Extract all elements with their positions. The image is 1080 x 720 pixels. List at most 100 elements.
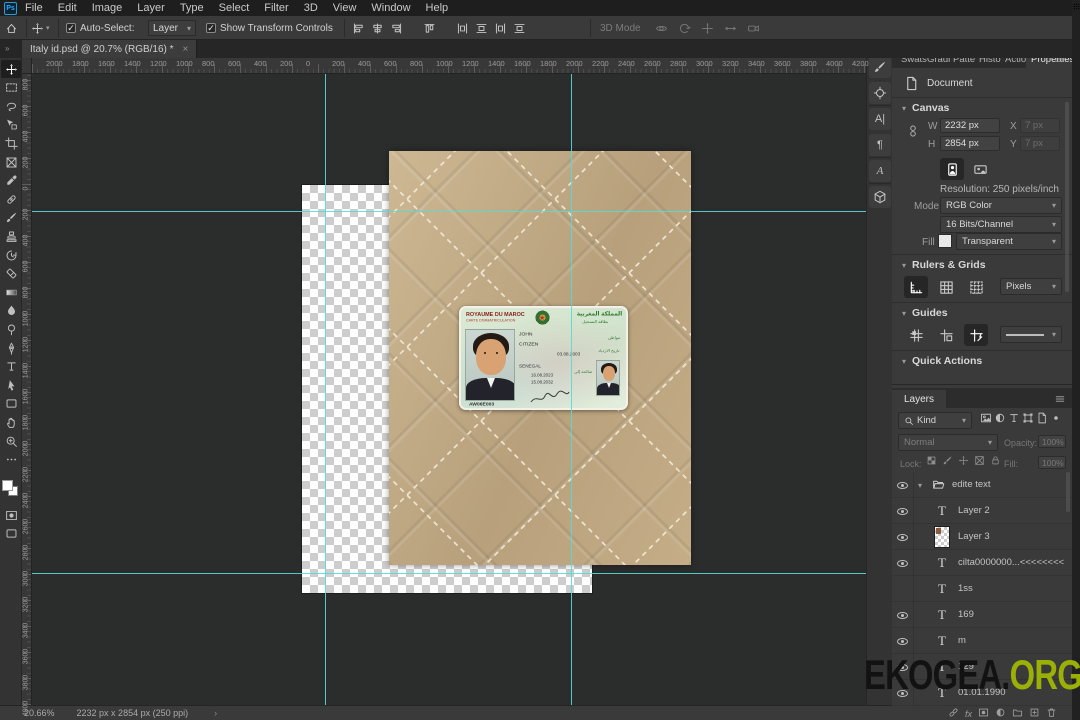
new-layer-button[interactable] — [1029, 707, 1040, 718]
menu-edit[interactable]: Edit — [58, 2, 77, 14]
layer-visibility-on[interactable] — [892, 524, 914, 550]
blur-tool[interactable] — [1, 302, 21, 320]
lasso-tool[interactable] — [1, 97, 21, 115]
more-dots-tool[interactable] — [1, 451, 21, 469]
foreground-color-swatch[interactable] — [2, 480, 13, 491]
mask-button[interactable] — [978, 707, 989, 718]
move-tool[interactable] — [1, 60, 21, 78]
show-transform-toggle[interactable]: ✓ Show Transform Controls — [206, 16, 333, 40]
width-field[interactable]: 2232 px — [940, 118, 1000, 133]
link-button[interactable] — [948, 707, 959, 718]
align-center-h-button[interactable] — [371, 22, 384, 35]
orientation-landscape-button[interactable] — [968, 158, 992, 180]
layer-visibility-on[interactable] — [892, 472, 914, 498]
hamburger-icon[interactable] — [1054, 393, 1066, 405]
id-card-image[interactable]: ROYAUME DU MAROC CARTE D'IMMATRICULATION… — [459, 306, 628, 410]
guides-option-3-button[interactable] — [964, 324, 988, 346]
quick-actions-section-header[interactable]: ▾ Quick Actions — [902, 355, 982, 367]
brush-tool[interactable] — [1, 209, 21, 227]
fill-swatch[interactable] — [938, 234, 952, 248]
menu-layer[interactable]: Layer — [137, 2, 165, 14]
guide-vertical-2[interactable] — [571, 74, 572, 705]
status-chevron-icon[interactable]: › — [214, 708, 217, 718]
toggle-snap-button[interactable] — [964, 276, 988, 298]
align-left-button[interactable] — [352, 22, 365, 35]
align-top-button[interactable] — [423, 22, 436, 35]
layers-menu-icon[interactable] — [1054, 393, 1066, 405]
healing-brush-tool[interactable] — [1, 190, 21, 208]
layer-visibility-on[interactable] — [892, 550, 914, 576]
layer-visibility-on[interactable] — [892, 498, 914, 524]
layer-row-1[interactable]: T Layer 2 — [892, 498, 1072, 524]
lock-brush-button[interactable] — [942, 455, 953, 466]
eyedropper-tool[interactable] — [1, 172, 21, 190]
show-transform-checkbox[interactable]: ✓ — [206, 23, 216, 33]
pen-tool[interactable] — [1, 339, 21, 357]
layer-row-group[interactable]: ▾ edite text — [892, 472, 1072, 498]
menu-file[interactable]: File — [25, 2, 43, 14]
height-field[interactable]: 2854 px — [940, 136, 1000, 151]
collapse-icon[interactable]: » — [5, 44, 9, 53]
dist-v-button[interactable] — [475, 22, 488, 35]
layer-filter-dropdown[interactable]: Kind ▾ — [898, 412, 972, 429]
menu-view[interactable]: View — [333, 2, 357, 14]
home-button[interactable] — [5, 16, 18, 40]
layer-row-4[interactable]: T 1ss — [892, 576, 1072, 602]
dist-v-button[interactable] — [513, 22, 526, 35]
link-dimensions-icon[interactable] — [906, 124, 920, 138]
tool-preset-button[interactable]: ▾ — [31, 16, 50, 40]
document-tab[interactable]: Italy id.psd @ 20.7% (RGB/16) * × — [22, 40, 198, 58]
dist-h-button[interactable] — [456, 22, 469, 35]
layer-fx-button[interactable]: fx — [965, 704, 972, 720]
layer-name[interactable]: m — [958, 635, 966, 646]
rectangle-tool[interactable] — [1, 395, 21, 413]
menu-help[interactable]: Help — [426, 2, 449, 14]
bit-depth-dropdown[interactable]: 16 Bits/Channel ▾ — [940, 216, 1062, 233]
path-selection-tool[interactable] — [1, 376, 21, 394]
layer-name[interactable]: 169 — [958, 609, 974, 620]
menu-filter[interactable]: Filter — [264, 2, 288, 14]
screen-mode-button[interactable] — [1, 524, 21, 542]
clone-stamp-tool[interactable] — [1, 227, 21, 245]
lock-lock-button[interactable] — [990, 455, 1001, 466]
auto-select-checkbox[interactable]: ✓ — [66, 23, 76, 33]
gradient-tool[interactable] — [1, 283, 21, 301]
hand-tool[interactable] — [1, 413, 21, 431]
guides-option-2-button[interactable] — [934, 324, 958, 346]
filter-half-circle-button[interactable] — [994, 412, 1006, 424]
close-icon[interactable]: × — [183, 44, 189, 55]
panel-character-button[interactable]: A| — [869, 108, 891, 130]
layer-row-5[interactable]: T 169 — [892, 602, 1072, 628]
units-dropdown[interactable]: Pixels ▾ — [1000, 278, 1062, 295]
layer-name[interactable]: Layer 3 — [958, 531, 990, 542]
panel-brush-settings-button[interactable] — [869, 56, 891, 78]
filter-shape-button[interactable] — [1022, 412, 1034, 424]
mode-dropdown[interactable]: RGB Color ▾ — [940, 197, 1062, 214]
trash-button[interactable] — [1046, 707, 1057, 718]
guide-style-dropdown[interactable]: ▾ — [1000, 326, 1062, 343]
canvas-section-header[interactable]: ▾ Canvas — [902, 102, 949, 114]
properties-scrollbar[interactable] — [1065, 102, 1069, 292]
layers-scrollbar[interactable] — [1066, 472, 1070, 512]
menu-3d[interactable]: 3D — [304, 2, 318, 14]
guide-horizontal-1[interactable] — [32, 211, 866, 212]
workspace-switcher-icon[interactable] — [1072, 2, 1080, 11]
rulers-grids-section-header[interactable]: ▾ Rulers & Grids — [902, 259, 986, 271]
lock-transp-lock-button[interactable] — [926, 455, 937, 466]
layer-row-3[interactable]: Tcilta0000000...<<<<<<<<0 d — [892, 550, 1072, 576]
type-tool[interactable] — [1, 358, 21, 376]
toggle-grid-button[interactable] — [934, 276, 958, 298]
filter-type-t-button[interactable] — [1008, 412, 1020, 424]
canvas-area[interactable]: ROYAUME DU MAROC CARTE D'IMMATRICULATION… — [32, 74, 866, 705]
quick-mask-button[interactable] — [1, 506, 21, 524]
menu-window[interactable]: Window — [371, 2, 410, 14]
chain-icon[interactable] — [906, 124, 920, 138]
auto-select-toggle[interactable]: ✓ Auto-Select: — [66, 16, 134, 40]
guide-vertical-1[interactable] — [325, 74, 326, 705]
menu-image[interactable]: Image — [92, 2, 123, 14]
lock-frame-button[interactable] — [974, 455, 985, 466]
menu-type[interactable]: Type — [180, 2, 204, 14]
panel-glyphs-button[interactable]: A — [869, 160, 891, 182]
dodge-tool[interactable] — [1, 320, 21, 338]
lock-move-button[interactable] — [958, 455, 969, 466]
